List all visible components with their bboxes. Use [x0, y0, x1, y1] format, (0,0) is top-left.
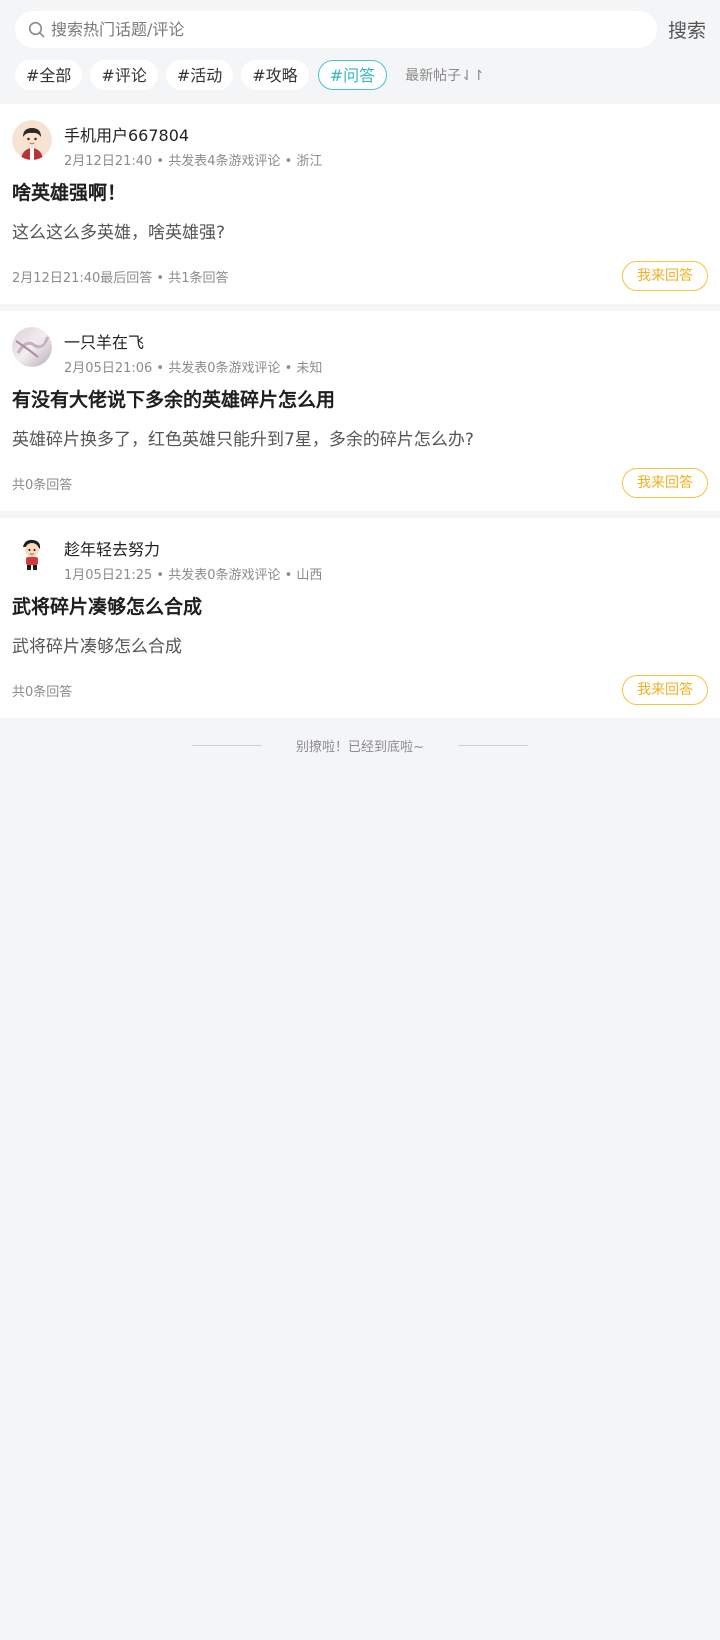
tag-all[interactable]: #全部 — [15, 60, 83, 90]
tag-guides[interactable]: #攻略 — [241, 60, 309, 90]
cartoon-character-avatar[interactable] — [12, 534, 52, 574]
answer-button[interactable]: 我来回答 — [622, 675, 708, 705]
post-answer-info: 共0条回答 — [12, 478, 73, 493]
post-card[interactable]: 趁年轻去努力 1月05日21:25 • 共发表0条游戏评论 • 山西 武将碎片凑… — [0, 518, 720, 718]
post-title[interactable]: 有没有大佬说下多余的英雄碎片怎么用 — [12, 385, 335, 412]
tag-filter-bar: #全部 #评论 #活动 #攻略 #问答 最新帖子⇃↾ — [15, 60, 485, 90]
sort-dropdown[interactable]: 最新帖子⇃↾ — [405, 65, 484, 85]
tag-events[interactable]: #活动 — [165, 60, 234, 90]
post-card[interactable]: 手机用户667804 2月12日21:40 • 共发表4条游戏评论 • 浙江 啥… — [0, 104, 720, 304]
username[interactable]: 趁年轻去努力 — [64, 536, 160, 560]
search-icon — [28, 21, 45, 37]
post-answer-info: 共0条回答 — [12, 685, 73, 700]
end-of-list-text: 别撩啦！已经到底啦~ — [296, 739, 424, 755]
answer-button[interactable]: 我来回答 — [622, 468, 708, 498]
post-meta: 1月05日21:25 • 共发表0条游戏评论 • 山西 — [64, 568, 323, 583]
post-title[interactable]: 武将碎片凑够怎么合成 — [12, 592, 202, 619]
post-meta: 2月05日21:06 • 共发表0条游戏评论 • 未知 — [64, 361, 323, 376]
post-content[interactable]: 武将碎片凑够怎么合成 — [12, 632, 182, 657]
tag-qa[interactable]: #问答 — [317, 60, 388, 90]
end-of-list-note: 别撩啦！已经到底啦~ — [0, 725, 720, 765]
tag-comments[interactable]: #评论 — [90, 60, 158, 90]
post-card[interactable]: 一只羊在飞 2月05日21:06 • 共发表0条游戏评论 • 未知 有没有大佬说… — [0, 311, 720, 511]
search-button[interactable]: 搜索 — [668, 16, 706, 43]
divider-line — [192, 744, 263, 746]
answer-button[interactable]: 我来回答 — [622, 261, 708, 291]
username[interactable]: 一只羊在飞 — [64, 329, 144, 353]
cartoon-boy-avatar[interactable] — [12, 120, 52, 160]
post-title[interactable]: 啥英雄强啊！ — [12, 178, 126, 205]
post-meta: 2月12日21:40 • 共发表4条游戏评论 • 浙江 — [64, 154, 323, 169]
divider-line — [457, 744, 528, 746]
post-answer-info: 2月12日21:40最后回答 • 共1条回答 — [12, 271, 229, 286]
top-bar: 搜索 #全部 #评论 #活动 #攻略 #问答 最新帖子⇃↾ — [0, 0, 720, 104]
username[interactable]: 手机用户667804 — [64, 122, 189, 146]
search-input[interactable] — [51, 20, 611, 39]
post-content[interactable]: 英雄碎片换多了，红色英雄只能升到7星，多余的碎片怎么办? — [12, 425, 474, 450]
post-content[interactable]: 这么这么多英雄，啥英雄强? — [12, 218, 225, 243]
search-box[interactable] — [15, 11, 657, 48]
photo-avatar[interactable] — [12, 327, 52, 367]
